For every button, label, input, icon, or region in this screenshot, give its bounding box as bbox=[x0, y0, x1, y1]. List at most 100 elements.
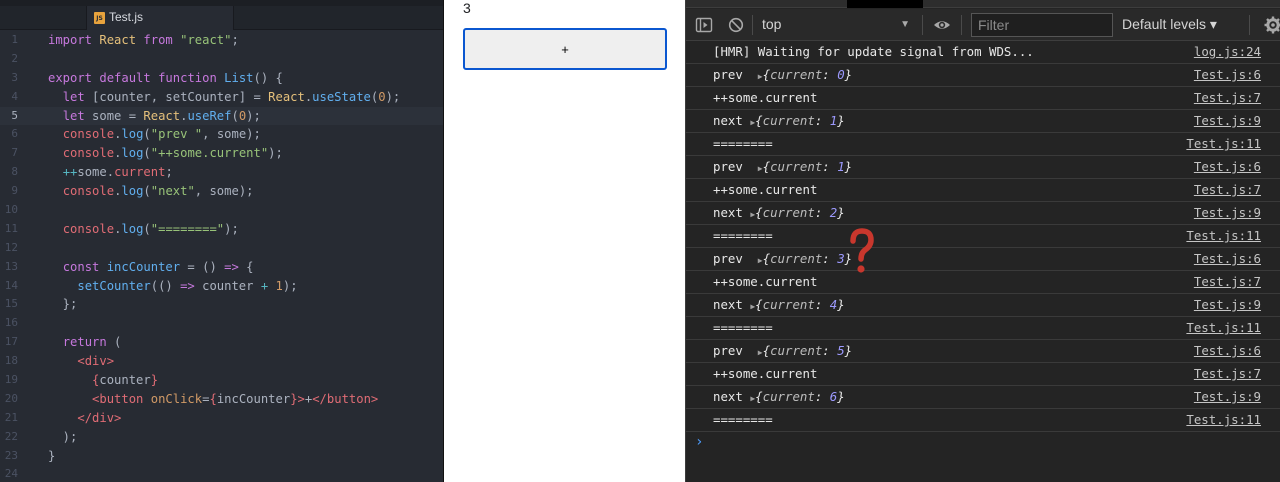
source-link[interactable]: Test.js:6 bbox=[1194, 64, 1261, 86]
code-line[interactable]: 23} bbox=[0, 447, 443, 466]
console-message-object: prev ▶{current: 1} bbox=[713, 156, 852, 180]
code-line[interactable]: 3 export default function List() { bbox=[0, 69, 443, 88]
code-line[interactable]: 12 bbox=[0, 239, 443, 258]
code-line[interactable]: 7 console.log("++some.current"); bbox=[0, 144, 443, 163]
source-link[interactable]: Test.js:9 bbox=[1194, 386, 1261, 408]
line-number: 3 bbox=[11, 70, 18, 84]
console-prompt[interactable]: › bbox=[686, 432, 1280, 454]
code-text: console.log("prev ", some); bbox=[62, 127, 261, 142]
code-line[interactable]: 18 <div> bbox=[0, 352, 443, 371]
object-preview[interactable]: {current: 3} bbox=[763, 251, 853, 266]
code-line[interactable]: 6 console.log("prev ", some); bbox=[0, 125, 443, 144]
context-selector-label: top bbox=[762, 16, 782, 32]
code-text: return ( bbox=[62, 335, 122, 350]
code-line[interactable]: 24 bbox=[0, 465, 443, 482]
source-link[interactable]: Test.js:9 bbox=[1194, 294, 1261, 316]
console-message-text: ======== bbox=[713, 412, 773, 427]
editor-tab-test-js[interactable]: JS Test.js bbox=[86, 6, 234, 30]
source-link[interactable]: Test.js:11 bbox=[1186, 133, 1261, 155]
console-label: next bbox=[713, 205, 743, 220]
code-line[interactable]: 16 bbox=[0, 314, 443, 333]
code-text: ++some.current; bbox=[62, 165, 173, 180]
source-link[interactable]: Test.js:7 bbox=[1194, 87, 1261, 109]
object-preview[interactable]: {current: 4} bbox=[755, 297, 845, 312]
code-line[interactable]: 17 return ( bbox=[0, 333, 443, 352]
code-text: setCounter(() => counter + 1); bbox=[77, 278, 298, 293]
code-line[interactable]: 19 {counter} bbox=[0, 371, 443, 390]
caret-down-icon: ▼ bbox=[900, 19, 910, 30]
console-label: next bbox=[713, 297, 743, 312]
code-line[interactable]: 20 <button onClick={incCounter}>+</butto… bbox=[0, 390, 443, 409]
context-selector[interactable]: top ▼ bbox=[762, 16, 914, 34]
console-message: ++some.current Test.js:7 bbox=[686, 271, 1280, 294]
object-preview[interactable]: {current: 6} bbox=[755, 389, 845, 404]
console-message: next ▶{current: 4} Test.js:9 bbox=[686, 294, 1280, 317]
log-levels-dropdown[interactable]: Default levels ▾ bbox=[1122, 16, 1217, 33]
code-editor[interactable]: JS Test.js 1 import React from "react"; 2 3… bbox=[0, 0, 443, 482]
console-message-object: next ▶{current: 4} bbox=[713, 294, 845, 318]
source-link[interactable]: Test.js:7 bbox=[1194, 179, 1261, 201]
source-link[interactable]: Test.js:11 bbox=[1186, 225, 1261, 247]
line-number: 17 bbox=[4, 335, 18, 349]
source-link[interactable]: Test.js:11 bbox=[1186, 317, 1261, 339]
code-line[interactable]: 10 bbox=[0, 201, 443, 220]
devtools-tab-redacted bbox=[847, 0, 923, 8]
code-line[interactable]: 21 </div> bbox=[0, 409, 443, 428]
object-value: 1 bbox=[837, 159, 845, 174]
source-link[interactable]: Test.js:11 bbox=[1186, 409, 1261, 431]
object-preview[interactable]: {current: 5} bbox=[763, 343, 853, 358]
settings-gear-icon[interactable] bbox=[1264, 16, 1280, 34]
code-line[interactable]: 11 console.log("========"); bbox=[0, 220, 443, 239]
console-message: next ▶{current: 1} Test.js:9 bbox=[686, 110, 1280, 133]
source-link[interactable]: Test.js:7 bbox=[1194, 271, 1261, 293]
console-label: prev bbox=[713, 251, 743, 266]
source-link[interactable]: Test.js:9 bbox=[1194, 202, 1261, 224]
code-line[interactable]: 13 const incCounter = () => { bbox=[0, 258, 443, 277]
object-value: 3 bbox=[837, 251, 845, 266]
line-number: 8 bbox=[11, 165, 18, 179]
devtools-console-panel: top ▼ Default levels ▾ [HMR] Waiting for… bbox=[685, 0, 1280, 482]
code-line[interactable]: 2 bbox=[0, 50, 443, 69]
console-message-text: [HMR] Waiting for update signal from WDS… bbox=[713, 44, 1034, 59]
code-line[interactable]: 9 console.log("next", some); bbox=[0, 182, 443, 201]
code-text: </div> bbox=[77, 410, 122, 425]
object-preview[interactable]: {current: 1} bbox=[763, 159, 853, 174]
console-message-text: ++some.current bbox=[713, 182, 818, 197]
source-link[interactable]: log.js:24 bbox=[1194, 41, 1261, 63]
console-label-padding bbox=[743, 343, 758, 358]
object-key: current bbox=[762, 389, 815, 404]
line-number: 9 bbox=[11, 184, 18, 198]
object-preview[interactable]: {current: 2} bbox=[755, 205, 845, 220]
console-filter-input[interactable] bbox=[971, 13, 1113, 37]
console-message: ======== Test.js:11 bbox=[686, 409, 1280, 432]
console-message-object: prev ▶{current: 0} bbox=[713, 64, 852, 88]
code-line[interactable]: 14 setCounter(() => counter + 1); bbox=[0, 277, 443, 296]
clear-console-icon[interactable] bbox=[727, 16, 745, 34]
code-line[interactable]: 22 ); bbox=[0, 428, 443, 447]
code-line[interactable]: 15 }; bbox=[0, 295, 443, 314]
source-link[interactable]: Test.js:7 bbox=[1194, 363, 1261, 385]
sidebar-toggle-icon[interactable] bbox=[695, 16, 713, 34]
console-label: prev bbox=[713, 67, 743, 82]
code-line[interactable]: 4 let [counter, setCounter] = React.useS… bbox=[0, 88, 443, 107]
object-preview[interactable]: {current: 0} bbox=[763, 67, 853, 82]
increment-button[interactable]: + bbox=[463, 28, 667, 70]
source-link[interactable]: Test.js:6 bbox=[1194, 156, 1261, 178]
console-message-object: prev ▶{current: 5} bbox=[713, 340, 852, 364]
code-area[interactable]: 1 import React from "react"; 2 3 export defa… bbox=[0, 31, 443, 482]
code-line[interactable]: 8 ++some.current; bbox=[0, 163, 443, 182]
eye-icon[interactable] bbox=[933, 16, 951, 34]
code-line[interactable]: 5 let some = React.useRef(0); bbox=[0, 106, 443, 126]
code-line[interactable]: 1 import React from "react"; bbox=[0, 31, 443, 50]
console-label: next bbox=[713, 389, 743, 404]
console-message-object: next ▶{current: 1} bbox=[713, 110, 845, 134]
source-link[interactable]: Test.js:6 bbox=[1194, 248, 1261, 270]
object-value: 6 bbox=[829, 389, 838, 404]
source-link[interactable]: Test.js:9 bbox=[1194, 110, 1261, 132]
console-message-text: ++some.current bbox=[713, 90, 818, 105]
source-link[interactable]: Test.js:6 bbox=[1194, 340, 1261, 362]
object-preview[interactable]: {current: 1} bbox=[755, 113, 845, 128]
console-message: ======== Test.js:11 bbox=[686, 225, 1280, 248]
console-message-text: ======== bbox=[713, 228, 773, 243]
console-message: prev ▶{current: 5} Test.js:6 bbox=[686, 340, 1280, 363]
